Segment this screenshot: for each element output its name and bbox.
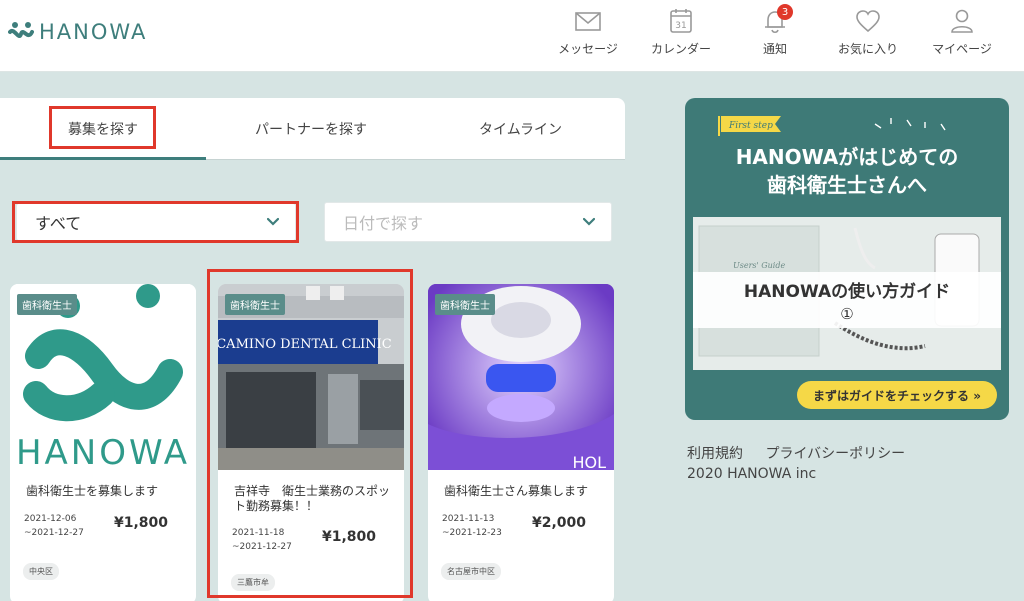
guide-cta-button[interactable]: まずはガイドをチェックする » bbox=[813, 388, 981, 403]
card-price: ¥2,000 bbox=[532, 515, 587, 531]
nav-label-mypage: マイページ bbox=[932, 42, 992, 56]
card-title: 歯科衛生士を募集します bbox=[26, 484, 159, 498]
tab-partners[interactable]: パートナーを探す bbox=[206, 98, 416, 160]
book-label: Users' Guide bbox=[733, 261, 785, 270]
mail-icon bbox=[575, 12, 601, 31]
nav-favorites[interactable]: お気に入り bbox=[836, 4, 900, 64]
card-location: 名古屋市中区 bbox=[441, 563, 501, 580]
chevron-down-icon bbox=[583, 217, 595, 226]
highlight-box-select bbox=[12, 201, 299, 243]
banner-headline-2: 歯科衛生士さんへ bbox=[767, 173, 927, 197]
calendar-icon: 31 bbox=[670, 9, 692, 33]
terms-link[interactable]: 利用規約 bbox=[687, 446, 743, 462]
card-title: 歯科衛生士さん募集します bbox=[444, 484, 589, 498]
nav-mypage[interactable]: マイページ bbox=[930, 4, 994, 64]
guide-number: ① bbox=[840, 305, 853, 323]
nav-messages[interactable]: メッセージ bbox=[557, 4, 619, 64]
notification-badge: 3 bbox=[777, 4, 793, 20]
nav-calendar[interactable]: 31 カレンダー bbox=[648, 4, 714, 64]
guide-banner[interactable]: First step HANOWAがはじめての 歯科衛生士さんへ Users' … bbox=[685, 98, 1009, 420]
nav-label-messages: メッセージ bbox=[558, 42, 618, 56]
tab-label: タイムライン bbox=[478, 122, 563, 138]
guide-title: HANOWAの使い方ガイド bbox=[744, 281, 950, 302]
card-image-text: HANOWA bbox=[16, 433, 190, 470]
card-dates: 2021-12-06 ~2021-12-27 bbox=[24, 514, 84, 538]
job-card[interactable]: HOL 歯科衛生士 歯科衛生士さん募集します 2021-11-13 ~2021-… bbox=[428, 284, 614, 601]
card-price: ¥1,800 bbox=[114, 515, 169, 531]
nav-label-notifications: 通知 bbox=[762, 42, 787, 56]
brand-logo[interactable]: HANOWA bbox=[8, 20, 147, 44]
job-card[interactable]: HANOWA 歯科衛生士 歯科衛生士を募集します 2021-12-06 ~202… bbox=[10, 284, 196, 601]
hanowa-logo-icon bbox=[8, 22, 34, 38]
tab-divider bbox=[206, 159, 625, 160]
banner-headline-1: HANOWAがはじめての bbox=[736, 145, 959, 169]
nav-label-favorites: お気に入り bbox=[837, 42, 898, 56]
card-category-tag: 歯科衛生士 bbox=[17, 294, 77, 315]
copyright: 2020 HANOWA inc bbox=[687, 466, 817, 482]
card-location: 中央区 bbox=[23, 563, 59, 580]
tab-timeline[interactable]: タイムライン bbox=[416, 98, 625, 160]
privacy-link[interactable]: プライバシーポリシー bbox=[765, 446, 905, 462]
active-tab-indicator bbox=[0, 157, 206, 160]
nav-notifications[interactable]: 3 通知 bbox=[757, 4, 793, 64]
header: HANOWA メッセージ 31 カレンダー 3 通知 お気に入り マイページ bbox=[0, 0, 1024, 72]
banner-flag-text: First step bbox=[728, 121, 773, 131]
date-select[interactable]: 日付で探す bbox=[324, 202, 612, 242]
nav-label-calendar: カレンダー bbox=[650, 42, 711, 56]
user-icon bbox=[951, 9, 973, 33]
brand-name: HANOWA bbox=[39, 20, 148, 44]
calendar-day: 31 bbox=[675, 21, 686, 31]
footer-links: 利用規約 プライバシーポリシー bbox=[687, 443, 923, 463]
photo-overlay-text: HOL bbox=[572, 453, 606, 470]
date-select-placeholder: 日付で探す bbox=[343, 214, 424, 233]
highlight-box-card bbox=[207, 269, 413, 598]
card-category-tag: 歯科衛生士 bbox=[435, 294, 495, 315]
tab-label: パートナーを探す bbox=[255, 122, 367, 138]
guide-banner-art: First step HANOWAがはじめての 歯科衛生士さんへ Users' … bbox=[693, 116, 1001, 409]
card-dates: 2021-11-13 ~2021-12-23 bbox=[442, 514, 502, 538]
heart-icon bbox=[856, 10, 880, 33]
highlight-box-tab bbox=[49, 106, 156, 149]
